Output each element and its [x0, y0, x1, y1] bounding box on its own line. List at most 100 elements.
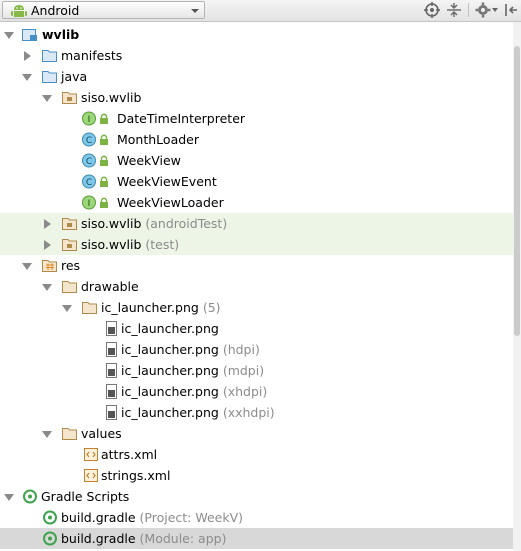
- lock-icon: [100, 113, 108, 124]
- tree-row-image-file[interactable]: ic_launcher.png (xhdpi): [0, 381, 521, 402]
- tree-row-class[interactable]: C WeekView: [0, 150, 521, 171]
- tree-row-folder[interactable]: manifests: [0, 45, 521, 66]
- tree-label: ic_launcher.png: [121, 405, 219, 420]
- image-file-icon: [106, 342, 117, 357]
- collapse-all-icon[interactable]: [446, 2, 462, 18]
- interface-icon: I: [82, 195, 96, 210]
- folder-icon: [42, 71, 57, 83]
- tree-row-folder[interactable]: res: [0, 255, 521, 276]
- tree-row-interface[interactable]: I WeekViewLoader: [0, 192, 521, 213]
- hide-icon[interactable]: [503, 2, 519, 18]
- expand-arrow-icon[interactable]: [42, 431, 52, 438]
- view-selector-dropdown[interactable]: Android: [2, 1, 205, 19]
- class-icon: C: [82, 174, 96, 189]
- tree-label: DateTimeInterpreter: [117, 111, 246, 126]
- expand-arrow-icon[interactable]: [42, 284, 52, 291]
- module-folder-icon: [22, 29, 37, 41]
- image-file-icon: [106, 384, 117, 399]
- tree-label: values: [81, 426, 122, 441]
- tree-row-folder[interactable]: ic_launcher.png (5): [0, 297, 521, 318]
- package-icon: [62, 92, 77, 104]
- svg-text:C: C: [86, 178, 92, 188]
- tree-row-folder[interactable]: values: [0, 423, 521, 444]
- tree-label-suffix: (Project: WeekV): [139, 510, 244, 525]
- tree-label-suffix: (androidTest): [145, 216, 228, 231]
- tree-label: MonthLoader: [117, 132, 199, 147]
- expand-arrow-icon[interactable]: [22, 74, 32, 81]
- expand-arrow-icon[interactable]: [4, 494, 14, 501]
- expand-arrow-icon[interactable]: [42, 95, 52, 102]
- expand-arrow-icon[interactable]: [22, 263, 32, 270]
- tree-row-folder[interactable]: java: [0, 66, 521, 87]
- tree-row-module[interactable]: wvlib: [0, 24, 521, 45]
- lock-icon: [100, 176, 108, 187]
- tree-label: Gradle Scripts: [41, 489, 130, 504]
- expand-arrow-icon[interactable]: [62, 305, 72, 312]
- tree-row-class[interactable]: C MonthLoader: [0, 129, 521, 150]
- tree-row-gradle-scripts[interactable]: Gradle Scripts: [0, 486, 521, 507]
- tree-row-interface[interactable]: I DateTimeInterpreter: [0, 108, 521, 129]
- tree-row-gradle-file-selected[interactable]: build.gradle (Module: app): [0, 528, 521, 549]
- target-icon[interactable]: [424, 2, 440, 18]
- folder-icon: [62, 281, 77, 293]
- tree-label: manifests: [61, 48, 123, 63]
- vertical-scrollbar[interactable]: [513, 22, 521, 551]
- tree-label: res: [61, 258, 81, 273]
- tree-row-package-androidtest[interactable]: siso.wvlib (androidTest): [0, 213, 521, 234]
- expand-arrow-icon[interactable]: [4, 32, 14, 39]
- expand-arrow-icon[interactable]: [44, 240, 51, 250]
- tree-label-suffix: (5): [202, 300, 221, 315]
- tree-label: drawable: [81, 279, 139, 294]
- tree-label-suffix: (xxhdpi): [222, 405, 275, 420]
- lock-icon: [100, 134, 108, 145]
- tree-label: strings.xml: [101, 468, 171, 483]
- view-selector-label: Android: [31, 3, 80, 18]
- tree-label-suffix: (xhdpi): [222, 384, 268, 399]
- tree-label: ic_launcher.png: [101, 300, 199, 315]
- tree-label: siso.wvlib: [81, 90, 142, 105]
- tree-label: build.gradle: [61, 531, 136, 546]
- tree-label-suffix: (mdpi): [222, 363, 265, 378]
- gradle-file-icon: [43, 510, 57, 525]
- lock-icon: [100, 155, 108, 166]
- gradle-icon: [23, 489, 37, 504]
- android-icon: [11, 5, 27, 17]
- project-tree: wvlib manifests java siso.wvlib I DateTi…: [0, 24, 521, 549]
- folder-icon: [82, 302, 97, 314]
- tree-row-package[interactable]: siso.wvlib: [0, 87, 521, 108]
- svg-text:I: I: [88, 115, 91, 125]
- toolbar-separator: [468, 3, 469, 17]
- tree-label-suffix: (Module: app): [139, 531, 227, 546]
- tree-row-image-file[interactable]: ic_launcher.png: [0, 318, 521, 339]
- svg-text:C: C: [86, 136, 92, 146]
- chevron-down-icon[interactable]: [492, 8, 498, 12]
- tree-row-image-file[interactable]: ic_launcher.png (mdpi): [0, 360, 521, 381]
- expand-arrow-icon[interactable]: [24, 51, 31, 61]
- tree-label: build.gradle: [61, 510, 136, 525]
- tree-row-class[interactable]: C WeekViewEvent: [0, 171, 521, 192]
- scrollbar-thumb[interactable]: [514, 46, 520, 336]
- tree-row-folder[interactable]: drawable: [0, 276, 521, 297]
- tree-label: siso.wvlib: [81, 216, 142, 231]
- gear-icon[interactable]: [475, 2, 491, 18]
- tree-row-gradle-file[interactable]: build.gradle (Project: WeekV): [0, 507, 521, 528]
- tree-label: WeekViewLoader: [117, 195, 224, 210]
- expand-arrow-icon[interactable]: [44, 219, 51, 229]
- tree-label: ic_launcher.png: [121, 321, 219, 336]
- tree-row-xml-file[interactable]: attrs.xml: [0, 444, 521, 465]
- tree-label-suffix: (test): [145, 237, 180, 252]
- tree-row-xml-file[interactable]: strings.xml: [0, 465, 521, 486]
- tree-label-suffix: (hdpi): [222, 342, 260, 357]
- class-icon: C: [82, 153, 96, 168]
- tree-row-image-file[interactable]: ic_launcher.png (xxhdpi): [0, 402, 521, 423]
- tree-label: java: [61, 69, 88, 84]
- tree-row-package-test[interactable]: siso.wvlib (test): [0, 234, 521, 255]
- xml-file-icon: [84, 448, 98, 461]
- tree-row-image-file[interactable]: ic_launcher.png (hdpi): [0, 339, 521, 360]
- package-icon: [62, 239, 77, 251]
- folder-icon: [62, 428, 77, 440]
- tree-label: wvlib: [42, 27, 80, 42]
- chevron-down-icon: [191, 9, 199, 13]
- resource-folder-icon: [42, 260, 57, 272]
- folder-icon: [42, 50, 57, 62]
